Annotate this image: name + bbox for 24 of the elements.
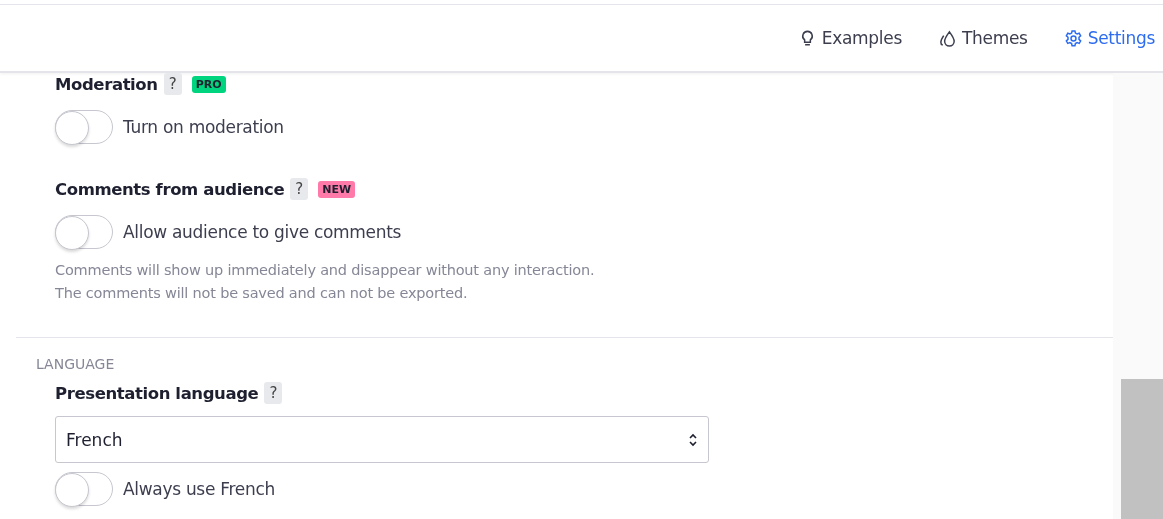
help-button[interactable]: ? (290, 178, 309, 200)
nav-tab[interactable]: Settings (1063, 28, 1155, 48)
toggle-switch[interactable] (55, 110, 113, 144)
toggle-switch[interactable] (55, 472, 113, 506)
drops-icon (937, 28, 957, 48)
help-button[interactable]: ? (264, 382, 283, 404)
badge: NEW (318, 180, 356, 198)
description-text: Comments will show up immediately and disappear without any interaction. The comments will not be saved and can not be exported. (55, 261, 596, 303)
settings-icon (1063, 28, 1083, 48)
help-button[interactable]: ? (163, 73, 182, 95)
section-heading: LANGUAGE (35, 356, 116, 372)
language-select[interactable]: French (55, 416, 709, 463)
setting-title: Comments from audience (55, 179, 285, 199)
nav-tab[interactable]: Examples (797, 28, 902, 48)
toggle-label: Always use French (123, 479, 275, 499)
nav-tab[interactable]: Themes (937, 28, 1028, 48)
setting-title: Moderation (55, 74, 158, 94)
toggle-switch[interactable] (55, 215, 113, 249)
badge: PRO (191, 75, 226, 93)
toggle-label: Turn on moderation (123, 117, 284, 137)
setting-title: Presentation language (55, 383, 259, 403)
chevron-updown-icon (688, 432, 698, 447)
toggle-label: Allow audience to give comments (123, 222, 402, 242)
scrollbar[interactable] (1113, 73, 1163, 519)
